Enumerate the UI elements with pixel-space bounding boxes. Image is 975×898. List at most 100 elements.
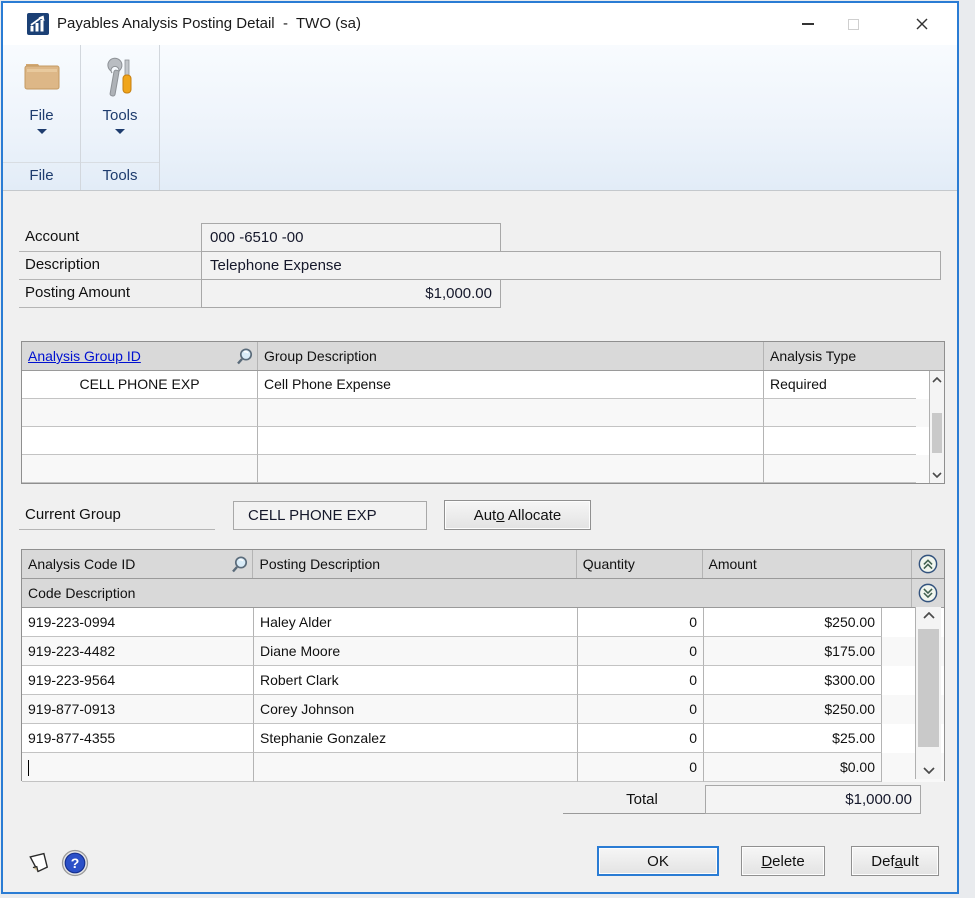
posting-description-cell[interactable]: Robert Clark: [254, 666, 578, 695]
table-row[interactable]: 919-877-4355 Stephanie Gonzalez 0 $25.00: [22, 724, 944, 753]
table-row[interactable]: 0 $0.00: [22, 753, 944, 782]
amount-cell[interactable]: $175.00: [704, 637, 882, 666]
chevron-down-icon: [115, 129, 125, 134]
note-icon: [25, 849, 53, 877]
group-description-column-header: Group Description: [258, 342, 764, 370]
table-row-empty[interactable]: [22, 399, 944, 427]
scroll-down-button[interactable]: [916, 762, 941, 779]
scroll-up-button[interactable]: [930, 371, 944, 388]
analysis-type-column-header: Analysis Type: [764, 342, 931, 370]
code-id-cell[interactable]: 919-223-4482: [22, 637, 254, 666]
ribbon-group-file: File File: [3, 45, 81, 190]
total-label: Total: [579, 787, 705, 813]
table-row[interactable]: 919-223-9564 Robert Clark 0 $300.00: [22, 666, 944, 695]
group-id-cell[interactable]: CELL PHONE EXP: [22, 371, 258, 399]
code-id-cell[interactable]: 919-223-0994: [22, 608, 254, 637]
quantity-cell[interactable]: 0: [578, 753, 704, 782]
quantity-column-header: Quantity: [577, 550, 703, 578]
tools-menu-button[interactable]: Tools: [81, 45, 159, 160]
ok-button[interactable]: OK: [597, 846, 719, 876]
analysis-code-grid: Analysis Code ID Posting Description Qua…: [21, 549, 945, 781]
scroll-down-button[interactable]: [930, 466, 944, 483]
code-id-cell[interactable]: 919-877-0913: [22, 695, 254, 724]
account-field[interactable]: 000 -6510 -00: [201, 223, 501, 252]
divider: [19, 529, 215, 530]
description-label: Description: [25, 251, 100, 279]
auto-allocate-button[interactable]: Auto Allocate: [444, 500, 591, 530]
maximize-button: [830, 3, 876, 45]
code-description-subheader: Code Description: [22, 579, 912, 607]
minimize-button[interactable]: [785, 3, 831, 45]
amount-cell[interactable]: $250.00: [704, 608, 882, 637]
analysis-group-id-link[interactable]: Analysis Group ID: [28, 348, 141, 364]
file-group-label: File: [3, 162, 80, 190]
help-icon: ?: [61, 849, 89, 877]
analysis-type-cell[interactable]: Required: [764, 371, 916, 399]
posting-amount-label: Posting Amount: [25, 279, 130, 307]
lookup-icon[interactable]: [235, 347, 254, 370]
amount-cell[interactable]: $25.00: [704, 724, 882, 753]
current-group-label: Current Group: [25, 501, 121, 529]
table-row[interactable]: CELL PHONE EXP Cell Phone Expense Requir…: [22, 371, 944, 399]
table-row-empty[interactable]: [22, 455, 944, 483]
group-id-column-header: Analysis Group ID: [22, 342, 258, 370]
code-id-cell[interactable]: 919-223-9564: [22, 666, 254, 695]
code-id-cell[interactable]: 919-877-4355: [22, 724, 254, 753]
amount-cell[interactable]: $300.00: [704, 666, 882, 695]
code-grid-scrollbar[interactable]: [915, 607, 941, 779]
table-row[interactable]: 919-223-0994 Haley Alder 0 $250.00: [22, 608, 944, 637]
amount-cell[interactable]: $0.00: [704, 753, 882, 782]
quantity-cell[interactable]: 0: [578, 666, 704, 695]
scrollbar-thumb[interactable]: [918, 629, 939, 747]
quantity-cell[interactable]: 0: [578, 695, 704, 724]
help-button[interactable]: ?: [61, 849, 89, 882]
table-row-empty[interactable]: [22, 427, 944, 455]
quantity-cell[interactable]: 0: [578, 608, 704, 637]
default-button[interactable]: Default: [851, 846, 939, 876]
account-label: Account: [25, 223, 79, 251]
app-icon: [27, 13, 49, 35]
ribbon-group-tools: Tools Tools: [81, 45, 160, 190]
quantity-cell[interactable]: 0: [578, 724, 704, 753]
expand-rows-button[interactable]: [912, 550, 944, 578]
table-row[interactable]: 919-223-4482 Diane Moore 0 $175.00: [22, 637, 944, 666]
delete-button[interactable]: Delete: [741, 846, 825, 876]
note-button[interactable]: [25, 849, 53, 882]
close-icon: [916, 18, 928, 30]
amount-cell[interactable]: $250.00: [704, 695, 882, 724]
table-row[interactable]: 919-877-0913 Corey Johnson 0 $250.00: [22, 695, 944, 724]
maximize-icon: [848, 19, 859, 30]
quantity-cell[interactable]: 0: [578, 637, 704, 666]
code-grid-header: Analysis Code ID Posting Description Qua…: [22, 550, 944, 579]
chevron-up-icon: [932, 377, 942, 383]
title-bar[interactable]: Payables Analysis Posting Detail - TWO (…: [3, 3, 957, 45]
double-chevron-up-icon: [918, 553, 938, 575]
tools-button-label: Tools: [81, 107, 159, 124]
text-caret: [28, 760, 29, 776]
description-field: Telephone Expense: [201, 251, 941, 280]
divider: [563, 813, 705, 814]
posting-description-cell[interactable]: [254, 753, 578, 782]
form-body: Account 000 -6510 -00 Description Teleph…: [3, 191, 957, 891]
minimize-icon: [802, 23, 814, 25]
chevron-down-icon: [932, 472, 942, 478]
close-button[interactable]: [899, 3, 945, 45]
group-grid-scrollbar[interactable]: [929, 371, 944, 483]
wrench-screwdriver-icon: [81, 57, 159, 105]
scrollbar-thumb[interactable]: [932, 413, 942, 453]
posting-description-cell[interactable]: Corey Johnson: [254, 695, 578, 724]
lookup-icon[interactable]: [230, 555, 249, 578]
posting-description-cell[interactable]: Diane Moore: [254, 637, 578, 666]
posting-description-cell[interactable]: Stephanie Gonzalez: [254, 724, 578, 753]
code-id-cell[interactable]: [22, 753, 254, 782]
file-menu-button[interactable]: File: [3, 45, 80, 160]
code-grid-subheader: Code Description: [22, 579, 944, 608]
collapse-rows-button[interactable]: [912, 579, 944, 607]
window-title: Payables Analysis Posting Detail - TWO (…: [57, 3, 361, 45]
scroll-up-button[interactable]: [916, 607, 941, 624]
double-chevron-down-icon: [918, 582, 938, 604]
group-description-cell[interactable]: Cell Phone Expense: [258, 371, 764, 399]
posting-description-cell[interactable]: Haley Alder: [254, 608, 578, 637]
tools-group-label: Tools: [81, 162, 159, 190]
folder-icon: [3, 57, 80, 105]
